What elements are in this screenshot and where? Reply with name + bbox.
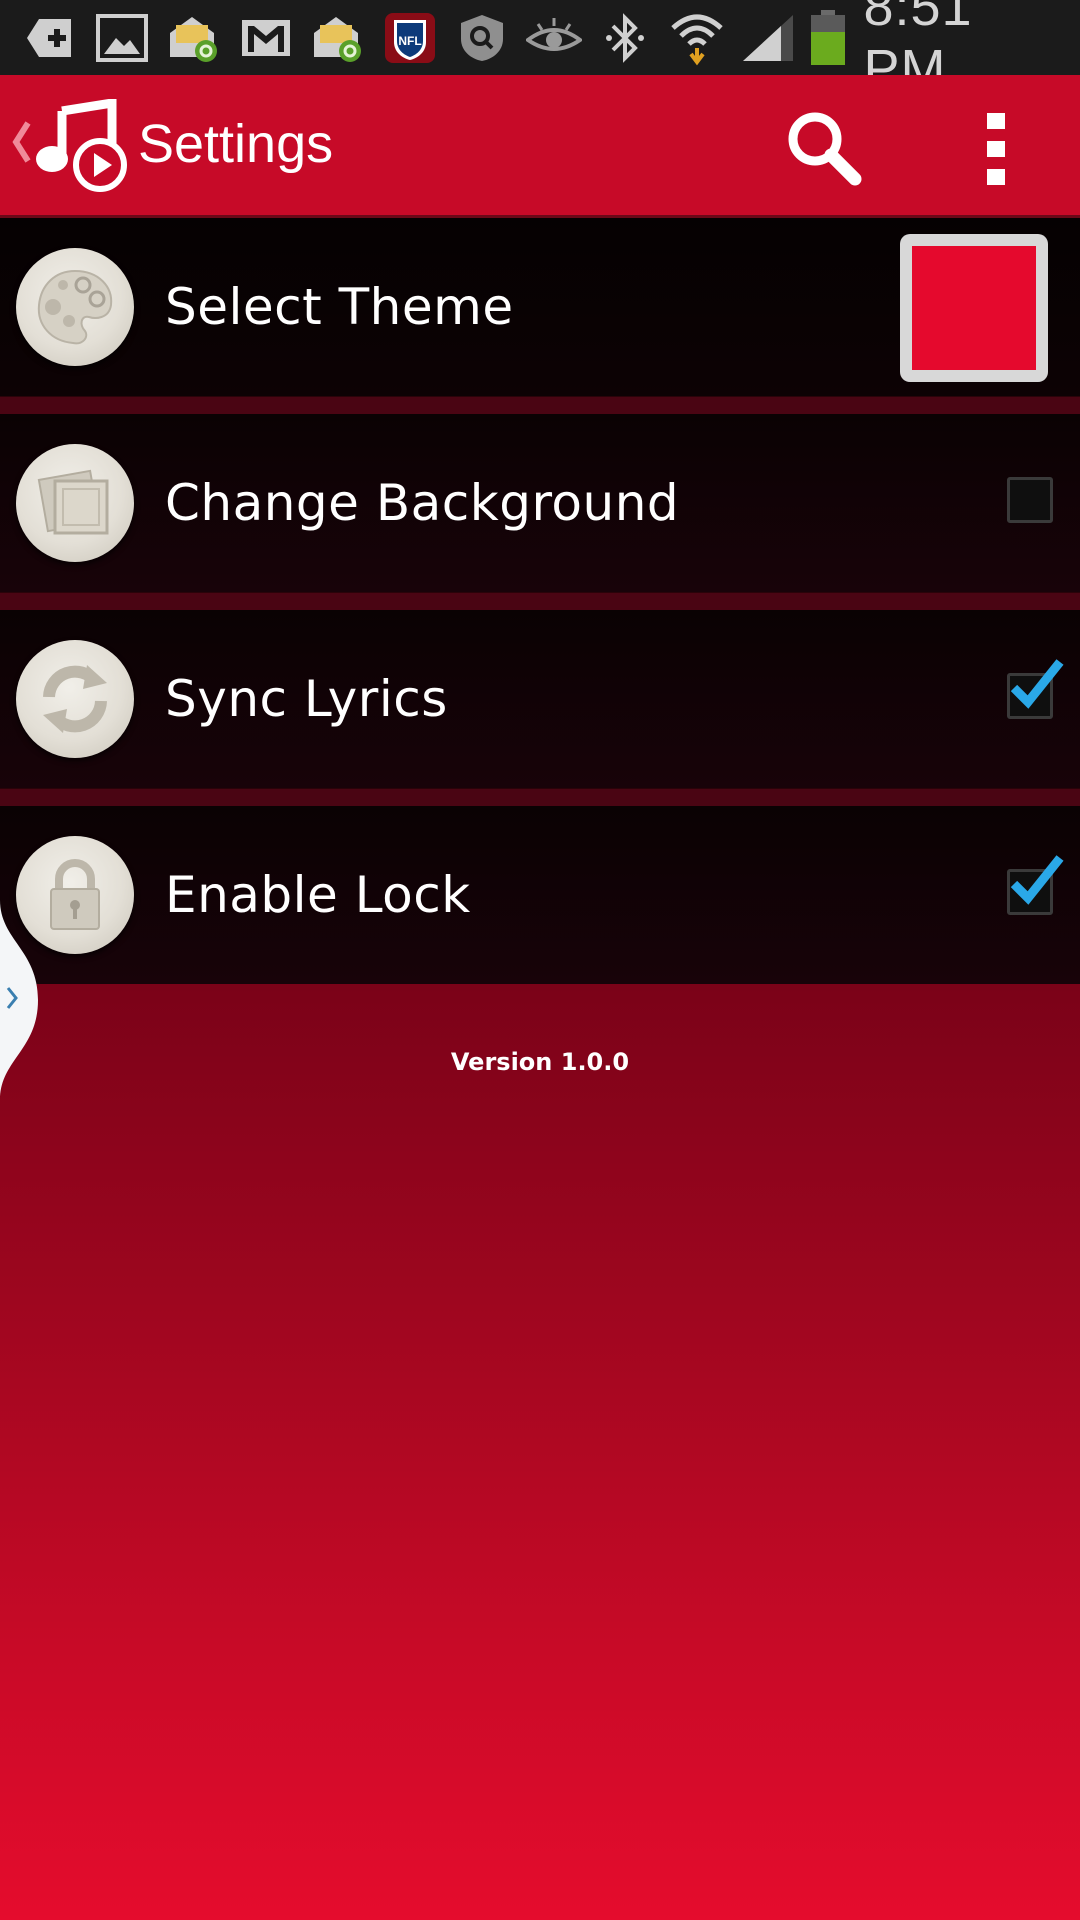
checkmark-icon (1010, 659, 1064, 709)
row-divider (0, 592, 1080, 610)
svg-text:NFL: NFL (398, 34, 421, 48)
enable-lock-label: Enable Lock (165, 866, 471, 924)
settings-row-change-background[interactable]: Change Background (0, 414, 1080, 592)
row-divider (0, 396, 1080, 414)
version-text: Version 1.0.0 (450, 1048, 630, 1076)
wifi-icon (661, 0, 732, 75)
enable-lock-checkbox[interactable] (1007, 855, 1064, 915)
up-arrow-icon[interactable] (10, 119, 32, 169)
action-bar: Settings (0, 75, 1080, 218)
select-theme-label: Select Theme (165, 278, 514, 336)
eye-icon (518, 0, 589, 75)
email-icon (158, 0, 230, 75)
status-bar: NFL 8:51 PM (0, 0, 1080, 99)
pictures-icon (16, 444, 134, 562)
search-icon[interactable] (785, 109, 865, 189)
bluetooth-icon (589, 0, 660, 75)
theme-color-fill (912, 246, 1036, 370)
checkmark-icon (1010, 855, 1064, 905)
nfl-icon: NFL (374, 0, 446, 75)
gallery-icon (86, 0, 158, 75)
settings-row-sync-lyrics[interactable]: Sync Lyrics (0, 610, 1080, 788)
page-title: Settings (138, 114, 334, 174)
sync-icon (16, 640, 134, 758)
row-divider (0, 788, 1080, 806)
overflow-menu-icon[interactable] (975, 109, 1019, 189)
change-background-label: Change Background (165, 474, 680, 532)
sync-lyrics-label: Sync Lyrics (165, 670, 448, 728)
settings-row-enable-lock[interactable]: Enable Lock (0, 806, 1080, 984)
settings-list: Select Theme Change Background Sync Lyri… (0, 218, 1080, 984)
change-background-checkbox[interactable] (1007, 477, 1053, 523)
signal-icon (732, 0, 803, 75)
palette-icon (16, 248, 134, 366)
sync-lyrics-checkbox[interactable] (1007, 659, 1064, 719)
gmail-icon (230, 0, 302, 75)
settings-row-select-theme[interactable]: Select Theme (0, 218, 1080, 396)
app-logo-icon[interactable] (34, 97, 130, 199)
security-icon (446, 0, 518, 75)
email-icon (302, 0, 374, 75)
add-icon (14, 0, 86, 75)
battery-icon (804, 0, 852, 75)
notification-icons: NFL (0, 0, 518, 75)
theme-color-swatch[interactable] (900, 234, 1048, 382)
